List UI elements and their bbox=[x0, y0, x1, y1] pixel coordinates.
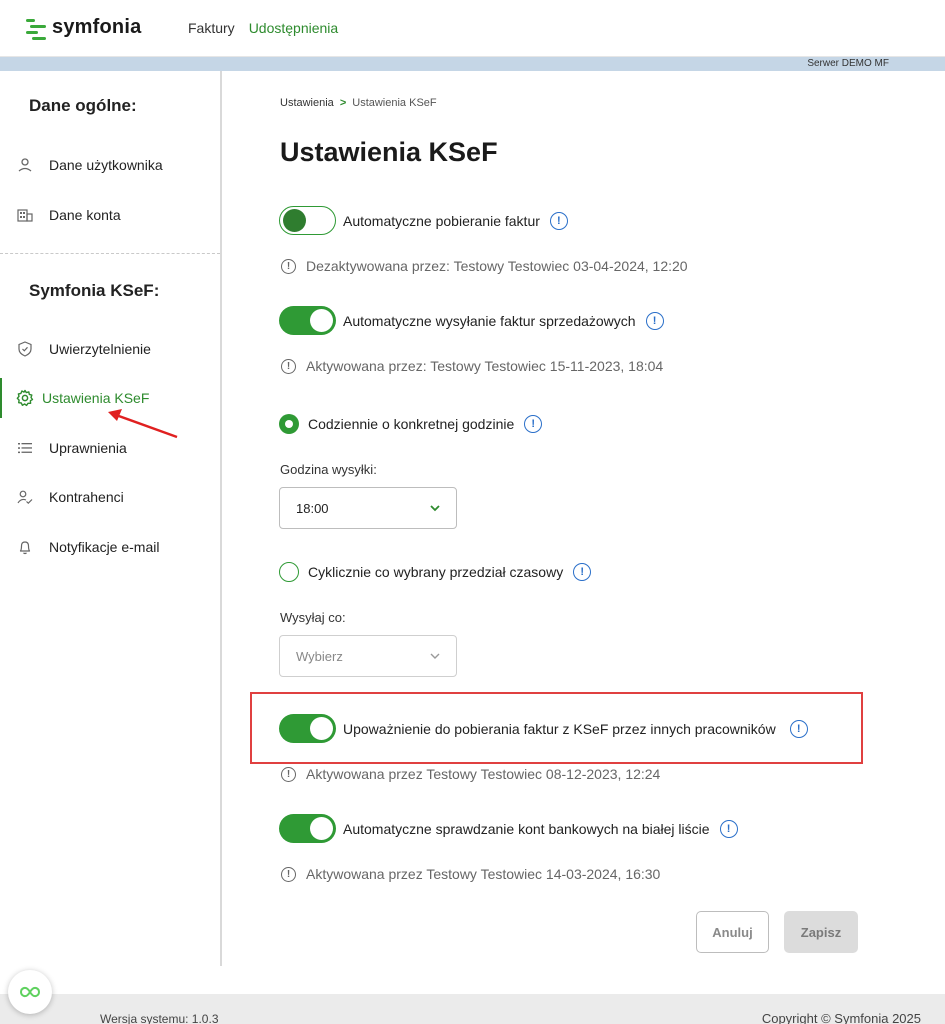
bank-check-label: Automatyczne sprawdzanie kont bankowych … bbox=[343, 820, 710, 837]
chat-launcher[interactable] bbox=[8, 970, 52, 1014]
info-icon[interactable]: ! bbox=[524, 415, 543, 433]
auto-download-note-text: Dezaktywowana przez: Testowy Testowiec 0… bbox=[306, 258, 688, 274]
breadcrumb-chevron-icon: > bbox=[339, 97, 347, 109]
breadcrumb: Ustawienia > Ustawienia KSeF bbox=[280, 97, 437, 109]
copyright: Copyright © Symfonia 2025 bbox=[761, 1011, 921, 1024]
annotation-arrow-icon bbox=[108, 409, 178, 439]
sidebar-section-general: Dane ogólne: bbox=[29, 96, 137, 115]
daily-option-label: Codziennie o konkretnej godzinie bbox=[308, 416, 515, 432]
bank-check-note: ! Aktywowana przez Testowy Testowiec 14-… bbox=[281, 866, 660, 882]
bank-check-note-text: Aktywowana przez Testowy Testowiec 14-03… bbox=[306, 866, 661, 882]
sidebar: Dane ogólne: Dane użytkownika Dane konta… bbox=[0, 71, 222, 966]
breadcrumb-current: Ustawienia KSeF bbox=[352, 97, 437, 109]
alert-icon: ! bbox=[281, 258, 296, 274]
auto-send-row: Automatyczne wysyłanie faktur sprzedażow… bbox=[279, 306, 664, 335]
alert-icon: ! bbox=[281, 866, 296, 882]
sidebar-item-kontrahenci[interactable]: Kontrahenci bbox=[0, 477, 220, 517]
authorization-row: Upoważnienie do pobierania faktur z KSeF… bbox=[279, 714, 808, 743]
auto-send-note-text: Aktywowana przez: Testowy Testowiec 15-1… bbox=[306, 358, 664, 374]
user-icon bbox=[16, 156, 34, 174]
send-every-placeholder: Wybierz bbox=[296, 648, 343, 664]
sidebar-item-label: Uwierzytelnienie bbox=[49, 341, 151, 357]
user-check-icon bbox=[16, 488, 34, 506]
send-hour-value: 18:00 bbox=[296, 500, 329, 516]
sidebar-item-label: Kontrahenci bbox=[49, 489, 124, 505]
auto-send-label: Automatyczne wysyłanie faktur sprzedażow… bbox=[343, 312, 636, 329]
info-icon[interactable]: ! bbox=[573, 563, 592, 581]
sidebar-item-label: Notyfikacje e-mail bbox=[49, 539, 160, 555]
alert-icon: ! bbox=[281, 766, 296, 782]
info-icon[interactable]: ! bbox=[789, 719, 808, 738]
list-icon bbox=[16, 439, 34, 457]
authorization-label: Upoważnienie do pobierania faktur z KSeF… bbox=[343, 720, 776, 737]
send-every-select[interactable]: Wybierz bbox=[279, 635, 457, 677]
auto-download-toggle[interactable] bbox=[279, 206, 336, 235]
sidebar-item-label: Dane konta bbox=[49, 207, 121, 223]
symfonia-logo[interactable]: symfonia bbox=[26, 16, 142, 40]
logo-icon bbox=[26, 17, 46, 40]
top-bar: symfonia Faktury Udostępnienia bbox=[0, 0, 945, 57]
gear-icon bbox=[16, 389, 34, 407]
auto-download-row: Automatyczne pobieranie faktur ! bbox=[279, 206, 568, 235]
sidebar-item-uwierzytelnienie[interactable]: Uwierzytelnienie bbox=[0, 329, 220, 369]
bank-check-toggle[interactable] bbox=[279, 814, 336, 843]
building-icon bbox=[16, 206, 34, 224]
top-navigation: Faktury Udostępnienia bbox=[188, 20, 338, 36]
footer: Wersja systemu: 1.0.3 Copyright © Symfon… bbox=[0, 994, 945, 1024]
nav-faktury[interactable]: Faktury bbox=[188, 20, 235, 36]
cyclic-radio[interactable] bbox=[279, 562, 299, 582]
send-every-label: Wysyłaj co: bbox=[280, 610, 346, 625]
info-icon[interactable]: ! bbox=[645, 311, 664, 330]
cyclic-option-row: Cyklicznie co wybrany przedział czasowy … bbox=[279, 562, 592, 582]
cyclic-option-label: Cyklicznie co wybrany przedział czasowy bbox=[308, 564, 564, 580]
daily-radio[interactable] bbox=[279, 414, 299, 434]
system-version: Wersja systemu: 1.0.3 bbox=[100, 1012, 219, 1024]
bank-check-row: Automatyczne sprawdzanie kont bankowych … bbox=[279, 814, 738, 843]
bell-icon bbox=[16, 538, 34, 556]
sidebar-item-dane-uzytkownika[interactable]: Dane użytkownika bbox=[0, 145, 220, 185]
logo-text: symfonia bbox=[52, 16, 142, 38]
breadcrumb-root[interactable]: Ustawienia bbox=[280, 97, 334, 109]
auto-download-label: Automatyczne pobieranie faktur bbox=[343, 212, 540, 229]
info-icon[interactable]: ! bbox=[549, 211, 568, 230]
send-hour-label: Godzina wysyłki: bbox=[280, 462, 377, 477]
auto-download-note: ! Dezaktywowana przez: Testowy Testowiec… bbox=[281, 258, 688, 274]
info-icon[interactable]: ! bbox=[719, 819, 738, 838]
shield-icon bbox=[16, 340, 34, 358]
daily-option-row: Codziennie o konkretnej godzinie ! bbox=[279, 414, 543, 434]
chevron-down-icon bbox=[430, 501, 440, 515]
save-button[interactable]: Zapisz bbox=[784, 911, 858, 953]
auto-send-toggle[interactable] bbox=[279, 306, 336, 335]
infinity-icon bbox=[20, 986, 40, 998]
authorization-toggle[interactable] bbox=[279, 714, 336, 743]
sidebar-item-label: Dane użytkownika bbox=[49, 157, 163, 173]
sidebar-item-dane-konta[interactable]: Dane konta bbox=[0, 195, 220, 235]
server-bar: Serwer DEMO MF bbox=[0, 57, 945, 71]
authorization-note-text: Aktywowana przez Testowy Testowiec 08-12… bbox=[306, 766, 661, 782]
chevron-down-icon bbox=[430, 649, 440, 663]
sidebar-divider bbox=[0, 253, 220, 254]
alert-icon: ! bbox=[281, 358, 296, 374]
authorization-note: ! Aktywowana przez Testowy Testowiec 08-… bbox=[281, 766, 660, 782]
nav-udostepnienia[interactable]: Udostępnienia bbox=[249, 20, 339, 36]
sidebar-item-notyfikacje[interactable]: Notyfikacje e-mail bbox=[0, 527, 220, 567]
page-title: Ustawienia KSeF bbox=[280, 137, 498, 167]
send-hour-select[interactable]: 18:00 bbox=[279, 487, 457, 529]
sidebar-section-ksef: Symfonia KSeF: bbox=[29, 281, 160, 300]
server-label: Serwer DEMO MF bbox=[807, 58, 889, 69]
cancel-button[interactable]: Anuluj bbox=[696, 911, 769, 953]
auto-send-note: ! Aktywowana przez: Testowy Testowiec 15… bbox=[281, 358, 663, 374]
